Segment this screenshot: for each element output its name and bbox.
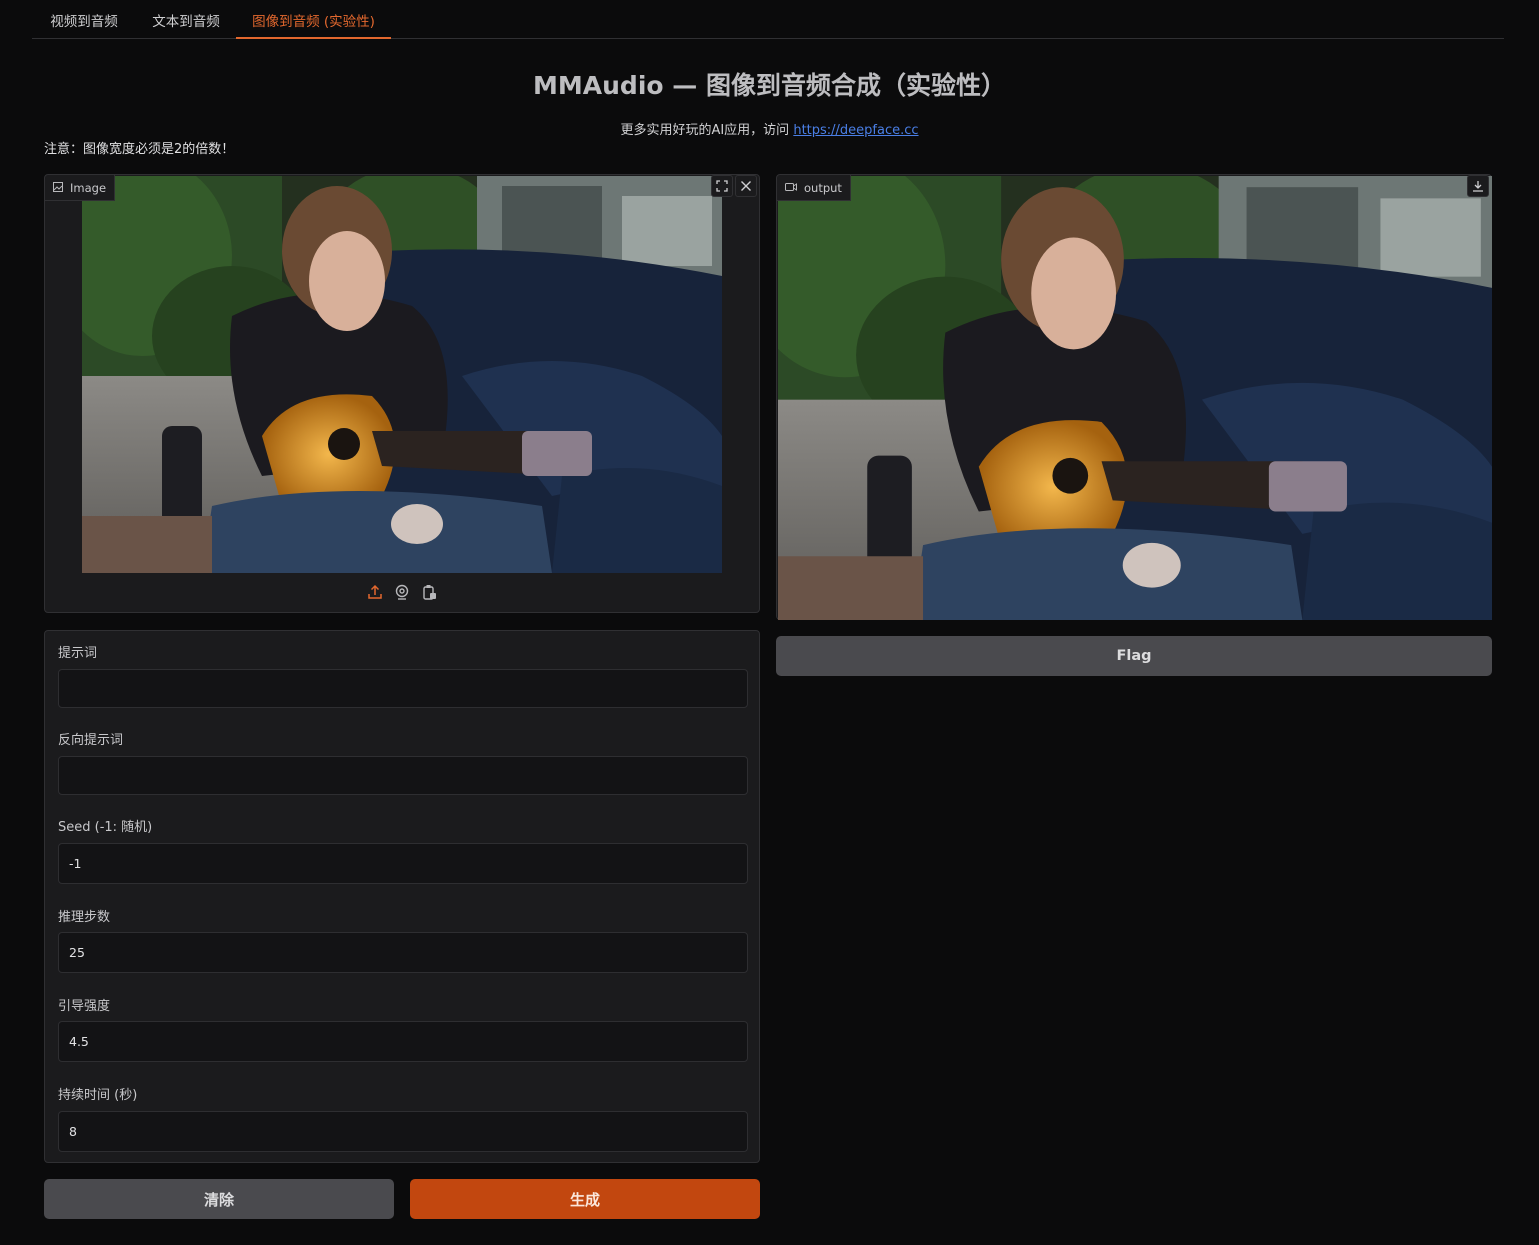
image-label-text: Image <box>70 180 107 195</box>
steps-input[interactable] <box>58 932 748 973</box>
video-icon <box>785 181 797 195</box>
prompt-label: 提示词 <box>58 646 98 661</box>
negative-prompt-label: 反向提示词 <box>58 733 124 748</box>
subtitle: 更多实用好玩的AI应用，访问 https://deepface.cc <box>0 119 1539 138</box>
video-output-panel: output <box>776 174 1492 620</box>
duration-label: 持续时间 (秒) <box>58 1088 138 1103</box>
output-label-text: output <box>804 180 842 195</box>
clear-button[interactable]: 清除 <box>44 1179 394 1219</box>
image-input-panel[interactable]: Image <box>44 174 760 613</box>
image-icon <box>53 181 63 195</box>
close-icon[interactable] <box>735 175 757 197</box>
image-source-toolbar <box>45 572 759 612</box>
download-icon[interactable] <box>1467 175 1489 197</box>
tab-bar: 视频到音频 文本到音频 图像到音频 (实验性) <box>32 0 1504 39</box>
page-title: MMAudio — 图像到音频合成（实验性） <box>533 71 1006 100</box>
seed-input[interactable] <box>58 843 748 884</box>
clipboard-icon[interactable] <box>420 583 438 601</box>
flag-button[interactable]: Flag <box>776 636 1492 676</box>
tab-video-to-audio[interactable]: 视频到音频 <box>46 6 122 39</box>
upload-icon[interactable] <box>366 583 384 601</box>
input-image <box>82 176 722 573</box>
deepface-link[interactable]: https://deepface.cc <box>793 123 918 138</box>
tab-text-to-audio[interactable]: 文本到音频 <box>148 6 224 39</box>
duration-input[interactable] <box>58 1111 748 1152</box>
subtitle-text: 更多实用好玩的AI应用，访问 <box>620 123 790 138</box>
output-video[interactable] <box>778 176 1492 620</box>
prompt-input[interactable] <box>58 669 748 708</box>
width-note: 注意：图像宽度必须是2的倍数！ <box>44 142 235 157</box>
image-block-label: Image <box>45 175 116 201</box>
seed-label: Seed (-1: 随机) <box>58 820 153 835</box>
guidance-label: 引导强度 <box>58 999 111 1014</box>
parameters-panel: 提示词 反向提示词 Seed (-1: 随机) 推理步数 引导强度 持续时间 (… <box>44 630 760 1163</box>
steps-label: 推理步数 <box>58 910 111 925</box>
fullscreen-icon[interactable] <box>711 175 733 197</box>
tab-image-to-audio[interactable]: 图像到音频 (实验性) <box>236 6 391 39</box>
negative-prompt-input[interactable] <box>58 756 748 795</box>
output-block-label: output <box>777 175 851 201</box>
webcam-icon[interactable] <box>393 583 411 601</box>
guidance-input[interactable] <box>58 1021 748 1062</box>
generate-button[interactable]: 生成 <box>410 1179 760 1219</box>
